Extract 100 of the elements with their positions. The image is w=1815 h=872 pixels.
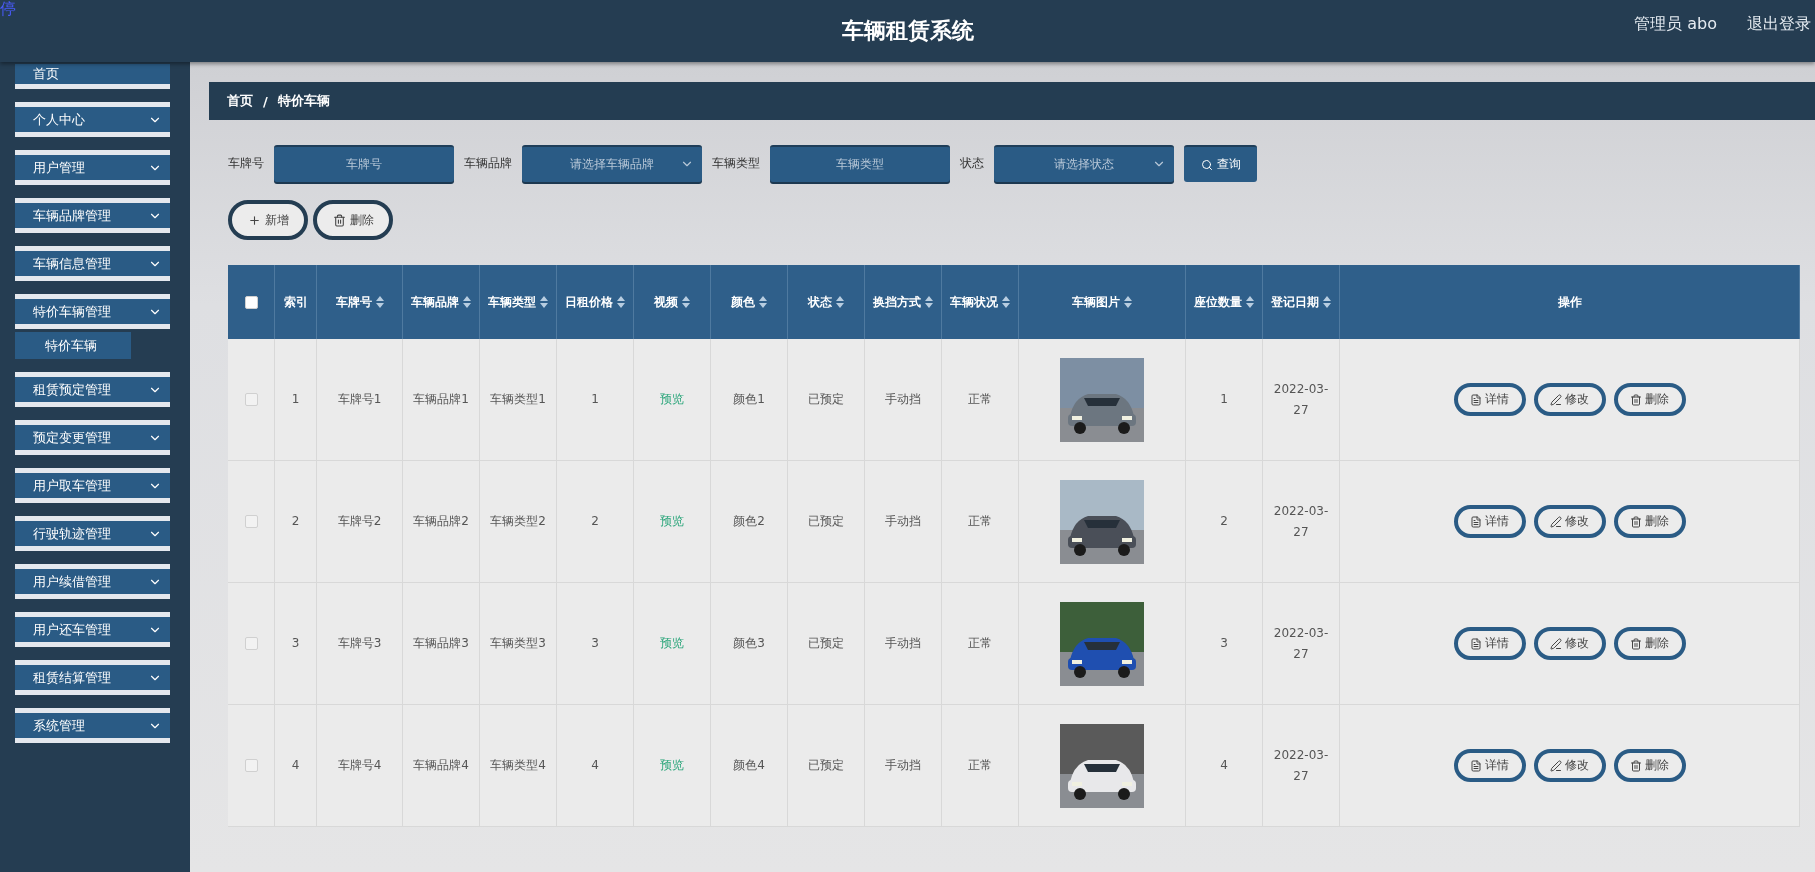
- table-cell-text: 4: [290, 757, 301, 775]
- table-cell-text: 2: [590, 513, 600, 531]
- table-cell-text: 车辆类型3: [489, 635, 547, 653]
- sidebar-item[interactable]: 车辆品牌管理: [15, 198, 170, 233]
- sort-icon: [1246, 296, 1254, 308]
- table-cell-text: 2022-03-27: [1272, 381, 1330, 419]
- input-field[interactable]: 车牌号: [274, 145, 454, 182]
- detail-button[interactable]: 详情: [1453, 627, 1526, 660]
- trash-icon: [1630, 759, 1642, 772]
- sort-icon: [759, 296, 767, 308]
- sidebar-item[interactable]: 首页: [15, 64, 170, 89]
- table-cell-text: 车辆类型1: [489, 391, 547, 409]
- sidebar-item[interactable]: 车辆信息管理: [15, 246, 170, 281]
- input-field[interactable]: 车辆类型: [770, 145, 950, 182]
- sidebar-item[interactable]: 用户取车管理: [15, 468, 170, 503]
- sort-icon: [1002, 296, 1010, 308]
- table-cell-text: 车辆品牌4: [412, 757, 470, 775]
- table-cell-text: 车牌号1: [336, 391, 383, 409]
- select-field[interactable]: 请选择状态: [994, 145, 1174, 182]
- table-cell-text: 3: [590, 635, 600, 653]
- sidebar-subitem[interactable]: 特价车辆: [15, 332, 131, 359]
- search-button[interactable]: 查询: [1184, 145, 1257, 182]
- sidebar-item[interactable]: 特价车辆管理: [15, 294, 170, 329]
- pen-icon: [1550, 393, 1562, 406]
- sidebar-item[interactable]: 预定变更管理: [15, 420, 170, 455]
- table-cell-text: 2022-03-27: [1272, 625, 1330, 663]
- table-cell-text: 车辆类型4: [489, 757, 547, 775]
- table-cell-text: 2022-03-27: [1272, 747, 1330, 785]
- delete-button[interactable]: 删除: [1613, 383, 1686, 416]
- delete-button[interactable]: 删除: [1613, 749, 1686, 782]
- sidebar-item[interactable]: 用户续借管理: [15, 564, 170, 599]
- table-cell-text: 2: [1219, 513, 1229, 531]
- sidebar-item[interactable]: 用户管理: [15, 150, 170, 185]
- filter-label: 状态: [960, 155, 984, 172]
- sort-icon: [682, 296, 690, 308]
- app-title: 车辆租赁系统: [841, 17, 974, 45]
- breadcrumb-link[interactable]: 首页: [227, 92, 253, 110]
- edit-button[interactable]: 修改: [1533, 749, 1606, 782]
- sort-icon: [836, 296, 844, 308]
- row-checkbox[interactable]: [244, 759, 258, 772]
- sidebar-item[interactable]: 租赁预定管理: [15, 372, 170, 407]
- table-cell-text: 正常: [967, 757, 993, 775]
- detail-button[interactable]: 详情: [1453, 749, 1526, 782]
- sort-icon: [925, 296, 933, 308]
- table-cell-text: 手动挡: [884, 391, 922, 409]
- table-cell-text: 车辆类型2: [489, 513, 547, 531]
- plus-icon: [247, 213, 261, 227]
- table-cell-text: 颜色3: [732, 635, 766, 653]
- table-cell-text: 已预定: [807, 391, 845, 409]
- table-cell-text: 手动挡: [884, 757, 922, 775]
- row-checkbox[interactable]: [244, 637, 258, 650]
- sort-icon: [1124, 296, 1132, 308]
- breadcrumb-separator: /: [263, 93, 268, 109]
- row-checkbox[interactable]: [244, 515, 258, 528]
- row-checkbox[interactable]: [244, 393, 258, 406]
- sort-icon: [375, 296, 384, 308]
- table-cell-text: 正常: [967, 391, 993, 409]
- table-cell-text: 车牌号4: [336, 757, 383, 775]
- trash-icon: [1630, 515, 1642, 528]
- delete-button[interactable]: 删除: [1613, 627, 1686, 660]
- trash-icon: [1630, 393, 1642, 406]
- table-cell-text: 车牌号3: [336, 635, 383, 653]
- table-cell-text: 1: [290, 391, 301, 409]
- sidebar-item[interactable]: 系统管理: [15, 708, 170, 743]
- edit-button[interactable]: 修改: [1533, 627, 1606, 660]
- logout-link[interactable]: 退出登录: [1747, 14, 1811, 35]
- filter-label: 车辆品牌: [464, 155, 512, 172]
- table-cell-text: 2: [290, 513, 301, 531]
- delete-button[interactable]: 删除: [313, 200, 393, 240]
- breadcrumb-link[interactable]: 特价车辆: [277, 92, 330, 110]
- corner-mark: 停: [0, 0, 16, 18]
- table-cell-text: 已预定: [807, 757, 845, 775]
- delete-button[interactable]: 删除: [1613, 505, 1686, 538]
- edit-button[interactable]: 修改: [1533, 505, 1606, 538]
- search-icon: [1200, 158, 1213, 171]
- sort-icon: [617, 296, 625, 308]
- sort-icon: [463, 296, 471, 308]
- table-cell-text: 已预定: [807, 635, 845, 653]
- sidebar-item[interactable]: 行驶轨迹管理: [15, 516, 170, 551]
- edit-button[interactable]: 修改: [1533, 383, 1606, 416]
- table-cell-text: 正常: [967, 635, 993, 653]
- detail-button[interactable]: 详情: [1453, 505, 1526, 538]
- table-cell-text: 1: [590, 391, 600, 409]
- table-cell-text: 颜色4: [732, 757, 766, 775]
- sidebar-item[interactable]: 用户还车管理: [15, 612, 170, 647]
- sidebar-item[interactable]: 租赁结算管理: [15, 660, 170, 695]
- pen-icon: [1550, 759, 1562, 772]
- select-field[interactable]: 请选择车辆品牌: [522, 145, 702, 182]
- table-cell-text: 4: [590, 757, 600, 775]
- table-cell-text: 车辆品牌1: [412, 391, 470, 409]
- sidebar-item[interactable]: 个人中心: [15, 102, 170, 137]
- document-icon: [1470, 515, 1482, 528]
- detail-button[interactable]: 详情: [1453, 383, 1526, 416]
- trash-icon: [332, 213, 346, 227]
- filter-label: 车辆类型: [712, 155, 760, 172]
- sort-icon: [540, 296, 548, 308]
- table-cell-text: 颜色1: [732, 391, 766, 409]
- table-cell-text: 车辆品牌2: [412, 513, 470, 531]
- add-button[interactable]: 新增: [228, 200, 308, 240]
- select-all-checkbox[interactable]: [244, 295, 258, 309]
